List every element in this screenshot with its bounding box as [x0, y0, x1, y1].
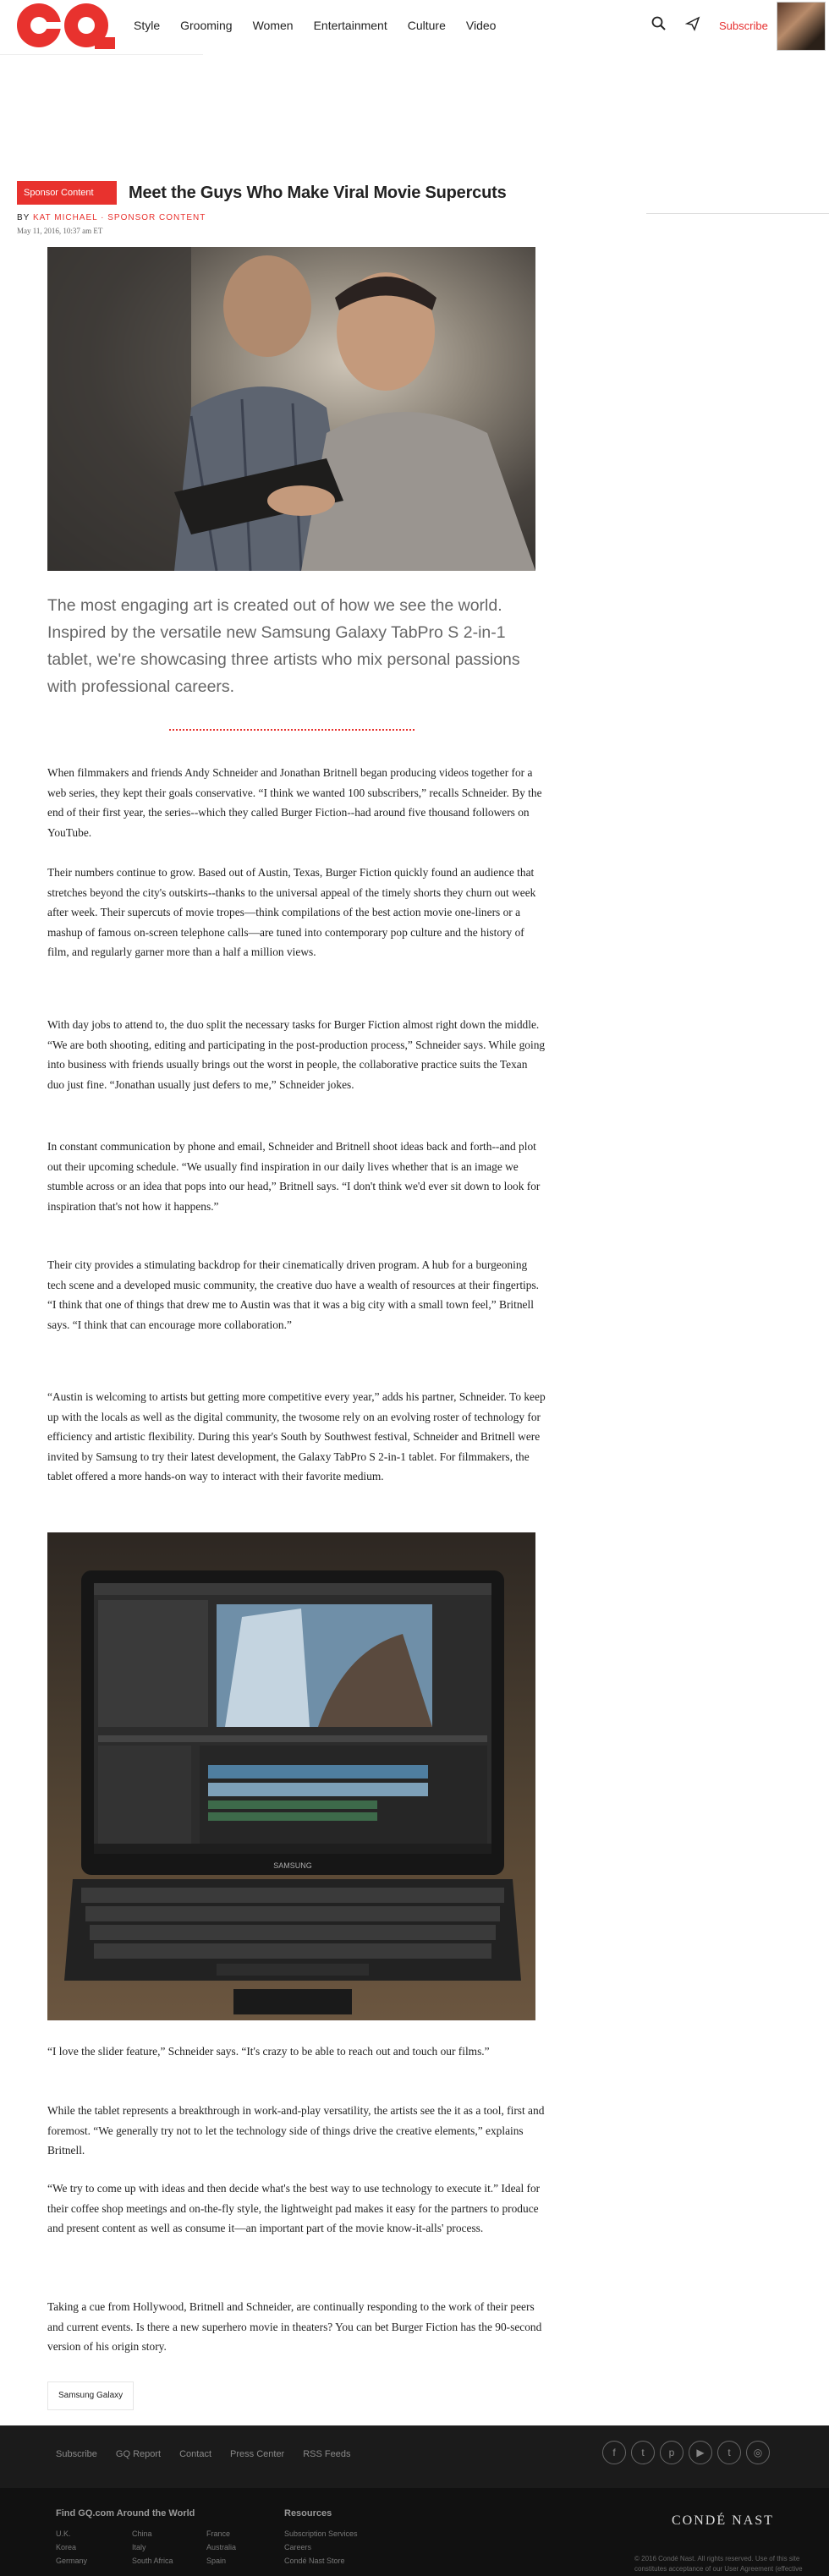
- resource-link[interactable]: Condé Nast Store: [284, 2554, 358, 2568]
- paragraph-10: Taking a cue from Hollywood, Britnell an…: [47, 2300, 542, 2353]
- search-icon[interactable]: [651, 16, 667, 36]
- facebook-icon[interactable]: f: [602, 2441, 626, 2464]
- paragraph-5: Their city provides a stimulating backdr…: [47, 1258, 540, 1331]
- footer-links: Subscribe GQ Report Contact Press Center…: [56, 2449, 350, 2459]
- send-icon[interactable]: [684, 16, 700, 36]
- paragraph-4: In constant communication by phone and e…: [47, 1140, 541, 1213]
- paragraph-2: Their numbers continue to grow. Based ou…: [47, 866, 536, 958]
- country-link[interactable]: Spain: [206, 2554, 236, 2568]
- social-links: f t p ▶ t ◎: [602, 2441, 770, 2464]
- country-link[interactable]: Italy: [132, 2540, 173, 2554]
- nav-entertainment[interactable]: Entertainment: [314, 19, 387, 32]
- copyright-text: © 2016 Condé Nast. All rights reserved. …: [634, 2555, 803, 2576]
- article-title: Meet the Guys Who Make Viral Movie Super…: [129, 184, 507, 202]
- tag-samsung-galaxy[interactable]: Samsung Galaxy: [47, 2381, 135, 2410]
- country-link[interactable]: China: [132, 2527, 173, 2540]
- country-column-3: France Australia Spain: [206, 2527, 236, 2568]
- country-column-1: U.K. Korea Germany: [56, 2527, 87, 2568]
- twitter-icon[interactable]: t: [631, 2441, 655, 2464]
- country-column-2: China Italy South Africa: [132, 2527, 173, 2568]
- footer-link-subscribe[interactable]: Subscribe: [56, 2449, 97, 2459]
- footer-link-gq-report[interactable]: GQ Report: [116, 2449, 161, 2459]
- tumblr-icon[interactable]: t: [717, 2441, 741, 2464]
- pinterest-icon[interactable]: p: [660, 2441, 684, 2464]
- publish-date: May 11, 2016, 10:37 am ET: [17, 227, 103, 235]
- hero-photo-two-men: [47, 247, 535, 571]
- footer-top: Subscribe GQ Report Contact Press Center…: [0, 2425, 829, 2488]
- main-nav: Style Grooming Women Entertainment Cultu…: [134, 19, 496, 32]
- resource-link[interactable]: Careers: [284, 2540, 358, 2554]
- sponsor-badge: Sponsor Content: [17, 181, 117, 205]
- footer-bottom: Find GQ.com Around the World U.K. Korea …: [0, 2488, 829, 2576]
- author-link[interactable]: KAT MICHAEL · SPONSOR CONTENT: [33, 213, 206, 222]
- nav-culture[interactable]: Culture: [408, 19, 446, 32]
- paragraph-8: While the tablet represents a breakthrou…: [47, 2104, 545, 2157]
- footer-link-press-center[interactable]: Press Center: [230, 2449, 284, 2459]
- country-link[interactable]: Germany: [56, 2554, 87, 2568]
- nav-women[interactable]: Women: [253, 19, 294, 32]
- tablet-brand-text: SAMSUNG: [273, 1861, 312, 1870]
- country-link[interactable]: Korea: [56, 2540, 87, 2554]
- article-lead: The most engaging art is created out of …: [47, 596, 520, 696]
- resource-link[interactable]: Subscription Services: [284, 2527, 358, 2540]
- youtube-icon[interactable]: ▶: [689, 2441, 712, 2464]
- paragraph-3: With day jobs to attend to, the duo spli…: [47, 1018, 546, 1091]
- resources-heading: Resources: [284, 2508, 332, 2518]
- nav-grooming[interactable]: Grooming: [180, 19, 232, 32]
- conde-nast-logo[interactable]: CONDÉ NAST: [672, 2513, 774, 2529]
- country-link[interactable]: Australia: [206, 2540, 236, 2554]
- nav-video[interactable]: Video: [466, 19, 497, 32]
- paragraph-6: “Austin is welcoming to artists but gett…: [47, 1390, 546, 1483]
- header-divider: [0, 54, 203, 55]
- footer-link-contact[interactable]: Contact: [179, 2449, 211, 2459]
- site-header: Style Grooming Women Entertainment Cultu…: [0, 0, 829, 52]
- byline: BY KAT MICHAEL · SPONSOR CONTENT: [17, 213, 206, 222]
- country-link[interactable]: France: [206, 2527, 236, 2540]
- nav-style[interactable]: Style: [134, 19, 160, 32]
- country-link[interactable]: South Africa: [132, 2554, 173, 2568]
- resources-column: Subscription Services Careers Condé Nast…: [284, 2527, 358, 2568]
- gq-logo[interactable]: [12, 0, 118, 52]
- paragraph-1: When filmmakers and friends Andy Schneid…: [47, 766, 542, 839]
- instagram-icon[interactable]: ◎: [746, 2441, 770, 2464]
- paragraph-7: “I love the slider feature,” Schneider s…: [47, 2045, 490, 2058]
- byline-prefix: BY: [17, 213, 30, 222]
- header-actions: Subscribe: [651, 16, 768, 36]
- footer-link-rss[interactable]: RSS Feeds: [303, 2449, 350, 2459]
- around-world-heading: Find GQ.com Around the World: [56, 2508, 195, 2518]
- subscribe-cover-thumbnail[interactable]: [777, 2, 826, 51]
- dotted-divider: [169, 729, 414, 731]
- tablet-photo: SAMSUNG: [47, 1532, 535, 2020]
- subscribe-link[interactable]: Subscribe: [719, 19, 768, 32]
- country-link[interactable]: U.K.: [56, 2527, 87, 2540]
- sidebar-divider: [646, 213, 829, 214]
- paragraph-9: “We try to come up with ideas and then d…: [47, 2182, 541, 2234]
